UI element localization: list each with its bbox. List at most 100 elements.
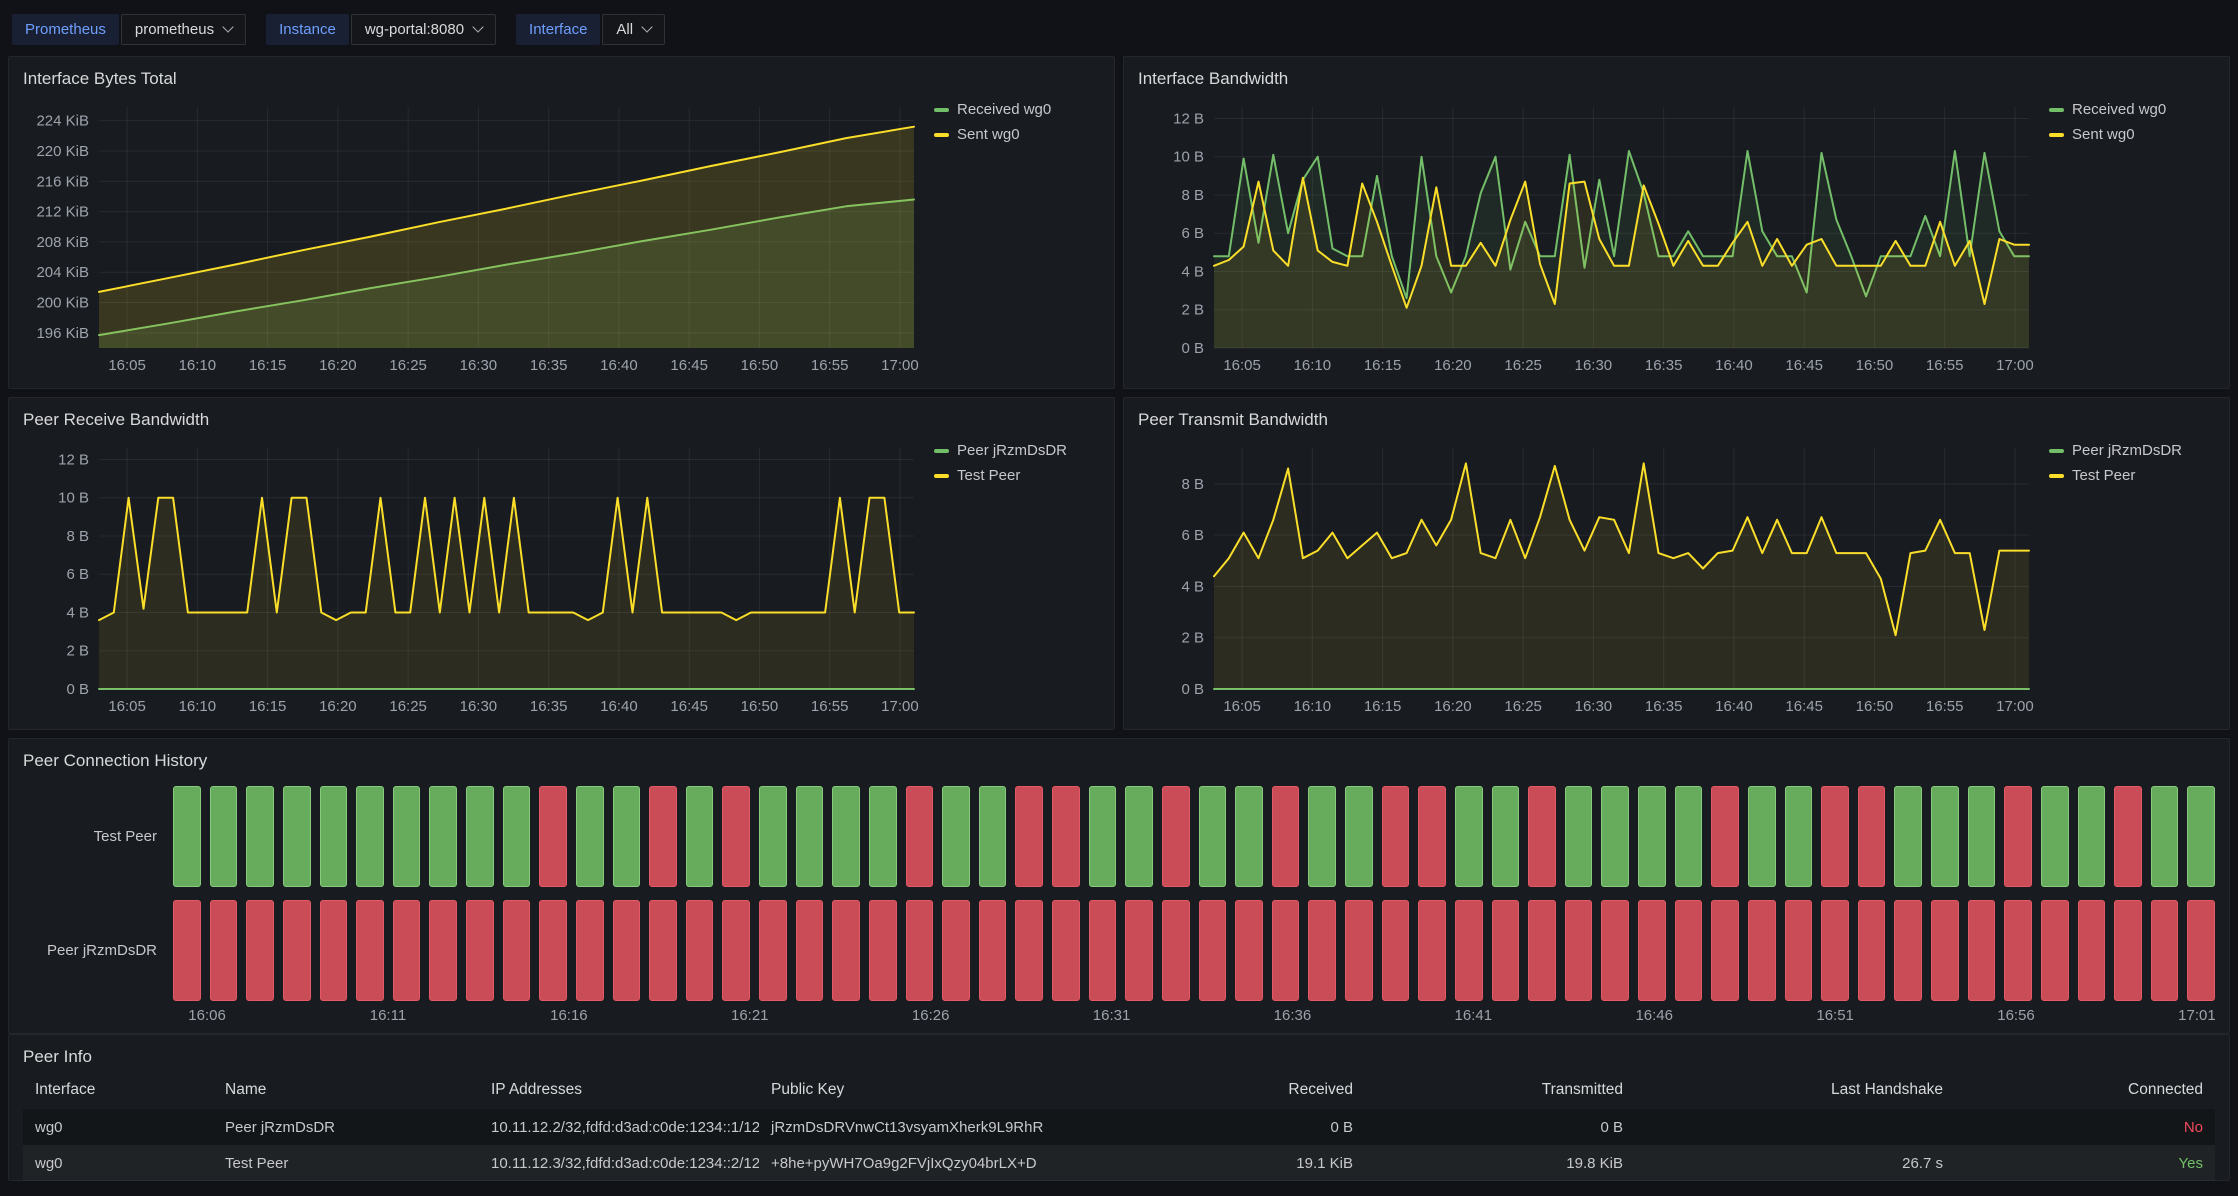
table-header-cell[interactable]: Transmitted — [1365, 1081, 1635, 1099]
state-bar-disconnected — [1492, 900, 1520, 1001]
svg-text:16:45: 16:45 — [670, 357, 708, 374]
table-header-cell[interactable]: Name — [213, 1081, 479, 1099]
state-bar-connected — [283, 786, 311, 887]
svg-text:6 B: 6 B — [66, 566, 89, 583]
timeline-bars[interactable] — [173, 900, 2215, 1001]
table-header-cell[interactable]: Received — [1125, 1081, 1365, 1099]
svg-text:0 B: 0 B — [1181, 340, 1204, 357]
state-bar-disconnected — [1638, 900, 1666, 1001]
panel-title[interactable]: Peer Connection History — [23, 749, 2215, 773]
state-bar-connected — [613, 786, 641, 887]
state-bar-connected — [796, 786, 824, 887]
interface-bandwidth-chart[interactable]: 0 B2 B4 B6 B8 B10 B12 B16:0516:1016:1516… — [1138, 93, 2043, 378]
state-bar-connected — [759, 786, 787, 887]
variable-label: Interface — [516, 14, 600, 45]
panel-title[interactable]: Interface Bandwidth — [1138, 67, 2215, 91]
state-bar-disconnected — [906, 786, 934, 887]
svg-text:8 B: 8 B — [1181, 187, 1204, 204]
state-bar-disconnected — [1821, 786, 1849, 887]
table-row[interactable]: wg0Test Peer10.11.12.3/32,fdfd:d3ad:c0de… — [23, 1145, 2215, 1181]
legend-item[interactable]: Test Peer — [2049, 467, 2215, 484]
series-color-swatch — [934, 108, 949, 112]
state-bar-disconnected — [1858, 786, 1886, 887]
state-bar-disconnected — [1015, 786, 1043, 887]
legend-item[interactable]: Peer jRzmDsDR — [934, 442, 1100, 459]
state-bar-disconnected — [1821, 900, 1849, 1001]
svg-text:16:15: 16:15 — [249, 357, 287, 374]
state-bar-disconnected — [320, 900, 348, 1001]
state-timeline[interactable]: Test PeerPeer jRzmDsDR — [23, 786, 2215, 1001]
svg-text:16:10: 16:10 — [179, 698, 217, 715]
table-cell: Yes — [1955, 1155, 2215, 1172]
svg-text:16:05: 16:05 — [1223, 357, 1261, 374]
state-bar-disconnected — [2151, 900, 2179, 1001]
legend: Peer jRzmDsDR Test Peer — [928, 434, 1100, 719]
svg-text:16:05: 16:05 — [108, 357, 146, 374]
state-bar-disconnected — [1235, 900, 1263, 1001]
panel-title[interactable]: Interface Bytes Total — [23, 67, 1100, 91]
legend-item[interactable]: Peer jRzmDsDR — [2049, 442, 2215, 459]
panel-interface-bandwidth: Interface Bandwidth 0 B2 B4 B6 B8 B10 B1… — [1123, 56, 2230, 389]
variable-value-dropdown[interactable]: All — [602, 14, 665, 45]
state-bar-connected — [429, 786, 457, 887]
svg-text:17:00: 17:00 — [1996, 357, 2034, 374]
panel-peer-connection-history: Peer Connection History Test PeerPeer jR… — [8, 738, 2230, 1034]
legend-item[interactable]: Test Peer — [934, 467, 1100, 484]
svg-text:8 B: 8 B — [66, 528, 89, 545]
panel-title[interactable]: Peer Info — [23, 1045, 2215, 1069]
dashboard-row-2: Peer Receive Bandwidth 0 B2 B4 B6 B8 B10… — [8, 397, 2230, 730]
peer-transmit-bandwidth-chart[interactable]: 0 B2 B4 B6 B8 B16:0516:1016:1516:2016:25… — [1138, 434, 2043, 719]
chevron-down-icon — [472, 21, 483, 32]
state-bar-disconnected — [1418, 786, 1446, 887]
legend-item[interactable]: Received wg0 — [2049, 101, 2215, 118]
timeline-x-tick: 16:41 — [1455, 1007, 1493, 1024]
table-cell: wg0 — [23, 1119, 213, 1136]
state-bar-disconnected — [539, 786, 567, 887]
state-bar-disconnected — [2004, 786, 2032, 887]
variable-instance: Instancewg-portal:8080 — [266, 14, 496, 45]
svg-text:16:45: 16:45 — [1785, 698, 1823, 715]
table-cell: 10.11.12.2/32,fdfd:d3ad:c0de:1234::1/128 — [479, 1119, 759, 1136]
state-bar-connected — [466, 786, 494, 887]
legend: Received wg0 Sent wg0 — [928, 93, 1100, 378]
variable-prometheus: Prometheusprometheus — [12, 14, 246, 45]
peer-receive-bandwidth-chart[interactable]: 0 B2 B4 B6 B8 B10 B12 B16:0516:1016:1516… — [23, 434, 928, 719]
state-bar-disconnected — [539, 900, 567, 1001]
table-row[interactable]: wg0Peer jRzmDsDR10.11.12.2/32,fdfd:d3ad:… — [23, 1109, 2215, 1145]
state-bar-disconnected — [2114, 786, 2142, 887]
legend-label: Received wg0 — [2072, 101, 2166, 118]
svg-text:16:55: 16:55 — [1926, 698, 1964, 715]
panel-title[interactable]: Peer Receive Bandwidth — [23, 408, 1100, 432]
panel-title[interactable]: Peer Transmit Bandwidth — [1138, 408, 2215, 432]
state-bar-connected — [503, 786, 531, 887]
legend-item[interactable]: Received wg0 — [934, 101, 1100, 118]
state-bar-connected — [1748, 786, 1776, 887]
state-bar-connected — [1308, 786, 1336, 887]
svg-text:16:40: 16:40 — [600, 357, 638, 374]
legend-item[interactable]: Sent wg0 — [934, 126, 1100, 143]
state-bar-disconnected — [1931, 900, 1959, 1001]
timeline-bars[interactable] — [173, 786, 2215, 887]
table-cell: Test Peer — [213, 1155, 479, 1172]
series-color-swatch — [934, 474, 949, 478]
state-bar-disconnected — [1089, 900, 1117, 1001]
series-color-swatch — [934, 449, 949, 453]
variable-value-dropdown[interactable]: wg-portal:8080 — [351, 14, 496, 45]
table-header-cell[interactable]: IP Addresses — [479, 1081, 759, 1099]
table-header-cell[interactable]: Public Key — [759, 1081, 1125, 1099]
panel-peer-info: Peer Info InterfaceNameIP AddressesPubli… — [8, 1034, 2230, 1181]
table-header-cell[interactable]: Interface — [23, 1081, 213, 1099]
svg-text:16:05: 16:05 — [1223, 698, 1261, 715]
state-bar-disconnected — [1601, 900, 1629, 1001]
timeline-x-tick: 16:11 — [370, 1007, 406, 1024]
series-color-swatch — [2049, 108, 2064, 112]
variable-value-dropdown[interactable]: prometheus — [121, 14, 246, 45]
state-bar-disconnected — [1968, 900, 1996, 1001]
legend-item[interactable]: Sent wg0 — [2049, 126, 2215, 143]
table-header-cell[interactable]: Connected — [1955, 1081, 2215, 1099]
table-header-cell[interactable]: Last Handshake — [1635, 1081, 1955, 1099]
state-bar-disconnected — [1528, 900, 1556, 1001]
interface-bytes-total-chart[interactable]: 196 KiB200 KiB204 KiB208 KiB212 KiB216 K… — [23, 93, 928, 378]
svg-text:16:15: 16:15 — [1364, 698, 1402, 715]
state-bar-connected — [1638, 786, 1666, 887]
